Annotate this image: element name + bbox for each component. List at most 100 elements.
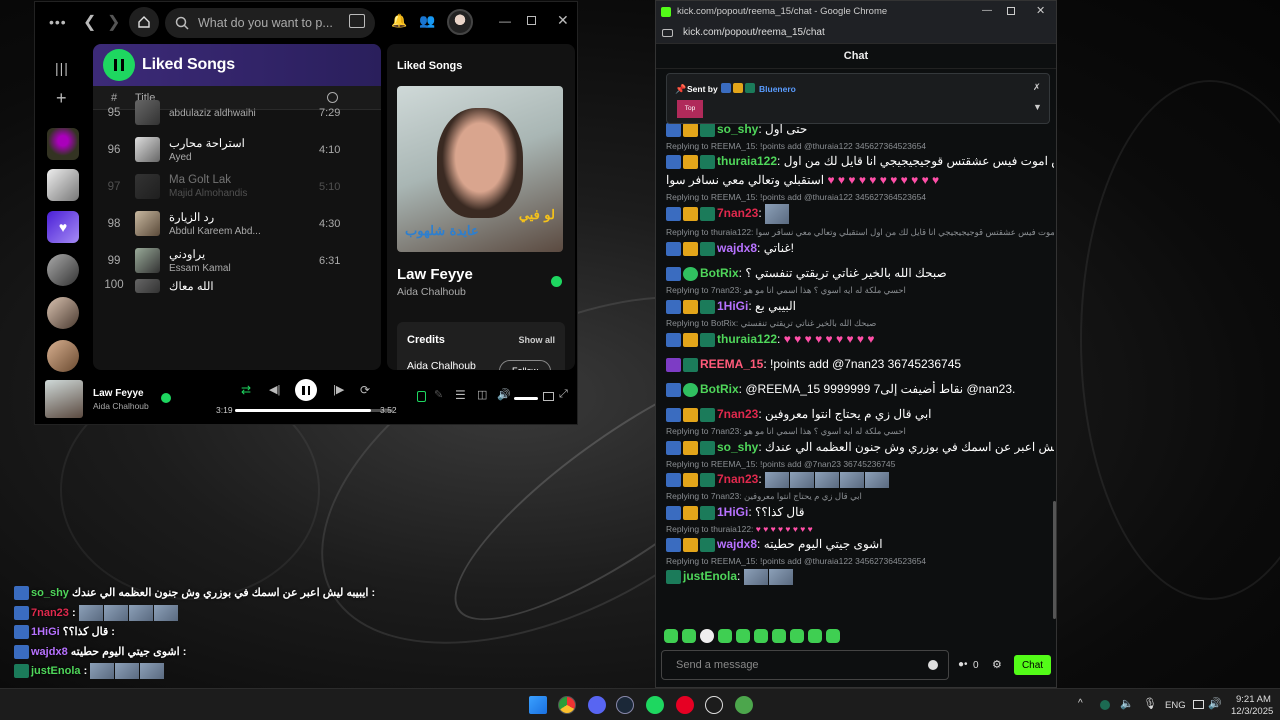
- player-title[interactable]: Law Feyye: [93, 388, 144, 399]
- message-input[interactable]: Send a message: [661, 650, 949, 680]
- close-icon[interactable]: ✕: [1036, 4, 1045, 17]
- chrome-taskbar-icon[interactable]: [558, 696, 576, 714]
- play-pause-button[interactable]: [103, 49, 135, 81]
- volume-slider[interactable]: [514, 397, 538, 400]
- table-row[interactable]: 98 رد الزيارة Abdul Kareem Abd... 4:30: [93, 205, 381, 242]
- chat-username[interactable]: BotRix: [700, 382, 739, 396]
- library-icon[interactable]: |||: [55, 60, 69, 76]
- library-item[interactable]: [47, 169, 79, 201]
- steam-icon[interactable]: [616, 696, 634, 714]
- xbox-icon[interactable]: [735, 696, 753, 714]
- chat-username[interactable]: 1HiGi: [717, 299, 748, 313]
- credit-name[interactable]: Aida Chalhoub: [407, 360, 476, 370]
- minimize-icon[interactable]: —: [499, 14, 511, 28]
- app-icon[interactable]: [705, 696, 723, 714]
- song-title[interactable]: Law Feyye: [397, 266, 473, 283]
- liked-songs-item[interactable]: ♥: [47, 211, 79, 243]
- follow-button[interactable]: Follow: [499, 360, 551, 370]
- reply-context[interactable]: Replying to REEMA_15: !points add @7nan2…: [666, 459, 1054, 469]
- shuffle-icon[interactable]: ⇄: [241, 383, 251, 397]
- minimize-icon[interactable]: —: [982, 5, 992, 16]
- chat-username[interactable]: wajdx8: [717, 241, 757, 255]
- clock-time[interactable]: 9:21 AM: [1236, 694, 1271, 705]
- emote-button[interactable]: [754, 629, 768, 643]
- chat-username[interactable]: so_shy: [717, 440, 758, 454]
- reply-context[interactable]: Replying to REEMA_15: !points add @thura…: [666, 556, 1054, 566]
- chat-username[interactable]: 7nan23: [717, 472, 758, 486]
- home-icon[interactable]: [129, 7, 159, 37]
- repeat-icon[interactable]: ⟳: [360, 383, 370, 397]
- emote-button[interactable]: [826, 629, 840, 643]
- chat-username[interactable]: thuraia122: [717, 332, 777, 346]
- tray-app-icon[interactable]: [1100, 700, 1110, 710]
- bell-icon[interactable]: 🔔: [391, 13, 407, 29]
- chat-send-button[interactable]: Chat: [1014, 655, 1051, 675]
- address-bar[interactable]: kick.com/popout/reema_15/chat: [656, 22, 1056, 44]
- maximize-icon[interactable]: [527, 16, 536, 25]
- emoji-icon[interactable]: [928, 660, 938, 670]
- pinned-user[interactable]: Bluenero: [759, 84, 796, 94]
- emote-button[interactable]: [736, 629, 750, 643]
- library-item[interactable]: [47, 297, 79, 329]
- discord-icon[interactable]: [588, 696, 606, 714]
- forward-icon[interactable]: ❯: [107, 12, 120, 32]
- miniplayer-icon[interactable]: [543, 392, 554, 401]
- device-icon[interactable]: ◫: [477, 388, 487, 401]
- reply-context[interactable]: Replying to thuraia122: ♥ ♥ ♥ ♥ ♥ ♥ ♥ ♥: [666, 524, 1054, 534]
- emote-button[interactable]: [700, 629, 714, 643]
- emote-button[interactable]: [664, 629, 678, 643]
- pinned-message[interactable]: 📌 Sent by Bluenero Top ✗ ▼: [666, 73, 1050, 124]
- emote-button[interactable]: [808, 629, 822, 643]
- more-icon[interactable]: •••: [49, 14, 67, 30]
- unpin-icon[interactable]: ✗: [1033, 82, 1041, 93]
- lyrics-icon[interactable]: ✎: [434, 388, 443, 401]
- add-icon[interactable]: +: [56, 88, 67, 109]
- mic-icon[interactable]: 🎙: [1143, 697, 1157, 710]
- language-indicator[interactable]: ENG: [1165, 700, 1186, 711]
- chat-username[interactable]: REEMA_15: [700, 357, 763, 371]
- reply-context[interactable]: Replying to 7nan23: ابي قال زي م يحتاج ا…: [666, 491, 1054, 502]
- progress-bar[interactable]: [235, 409, 393, 412]
- chat-username[interactable]: so_shy: [717, 122, 758, 136]
- reply-context[interactable]: Replying to REEMA_15: !points add @thura…: [666, 192, 1054, 202]
- emote-button[interactable]: [790, 629, 804, 643]
- reply-context[interactable]: Replying to REEMA_15: !points add @thura…: [666, 141, 1054, 151]
- check-icon[interactable]: [161, 393, 171, 403]
- song-artist[interactable]: Aida Chalhoub: [397, 286, 466, 298]
- clock-date[interactable]: 12/3/2025: [1231, 706, 1273, 717]
- pause-button[interactable]: [295, 379, 317, 401]
- display-icon[interactable]: [1193, 700, 1204, 709]
- player-artist[interactable]: Aida Chalhoub: [93, 401, 149, 411]
- browse-icon[interactable]: [349, 14, 365, 28]
- emote-button[interactable]: [682, 629, 696, 643]
- search-bar[interactable]: What do you want to p...: [165, 8, 375, 38]
- chevron-down-icon[interactable]: ▼: [1033, 102, 1042, 112]
- site-info-icon[interactable]: [662, 28, 673, 37]
- chat-username[interactable]: justEnola: [683, 569, 737, 583]
- search-input[interactable]: What do you want to p...: [198, 16, 333, 30]
- library-item[interactable]: [47, 128, 79, 160]
- table-row[interactable]: 97 Ma Golt Lak Majid Almohandis 5:10: [93, 168, 381, 205]
- emote-button[interactable]: [772, 629, 786, 643]
- maximize-icon[interactable]: [1007, 7, 1015, 15]
- chat-username[interactable]: thuraia122: [717, 154, 777, 168]
- table-row[interactable]: 99 يراودني Essam Kamal 6:31: [93, 242, 381, 279]
- chat-username[interactable]: 7nan23: [717, 206, 758, 220]
- show-all-link[interactable]: Show all: [518, 335, 555, 345]
- url-text[interactable]: kick.com/popout/reema_15/chat: [683, 27, 825, 38]
- emote-button[interactable]: [718, 629, 732, 643]
- spotify-icon[interactable]: [646, 696, 664, 714]
- close-icon[interactable]: ✕: [557, 12, 569, 29]
- chevron-up-icon[interactable]: ^: [1078, 698, 1083, 709]
- gear-icon[interactable]: ⚙: [992, 658, 1002, 671]
- chat-username[interactable]: 1HiGi: [717, 505, 748, 519]
- next-icon[interactable]: |▶: [333, 383, 344, 396]
- pinterest-icon[interactable]: [676, 696, 694, 714]
- table-row[interactable]: 95 abdulaziz aldhwaihi 7:29: [93, 94, 381, 131]
- volume-icon[interactable]: 🔊: [497, 388, 511, 401]
- reply-context[interactable]: Replying to BotRix: صبحك الله بالخير غنا…: [666, 318, 1054, 329]
- back-icon[interactable]: ❮: [83, 12, 96, 32]
- avatar[interactable]: [447, 9, 473, 35]
- library-item[interactable]: [47, 340, 79, 372]
- chat-username[interactable]: 7nan23: [717, 407, 758, 421]
